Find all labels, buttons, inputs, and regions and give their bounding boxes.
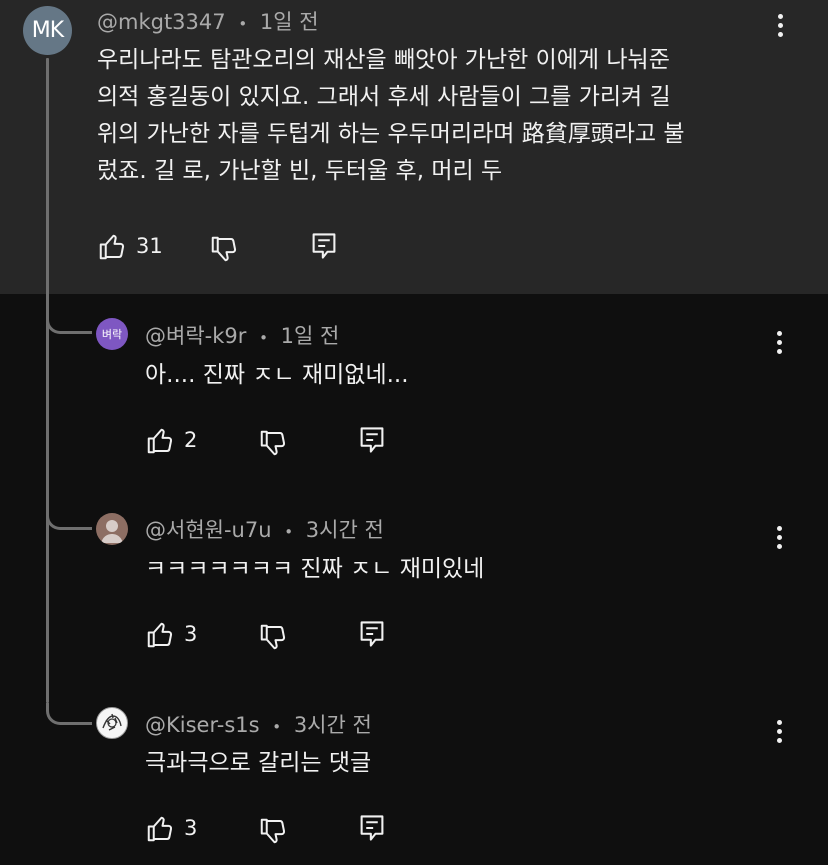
reply-comment-icon[interactable]	[358, 619, 386, 649]
sketch-avatar-icon	[102, 713, 122, 731]
thumbs-down-icon[interactable]	[258, 622, 288, 652]
more-vertical-icon[interactable]	[773, 526, 785, 549]
reply-author[interactable]: @Kiser-s1s	[145, 713, 260, 737]
reply-thread-line	[46, 58, 49, 703]
reply-time[interactable]: 3시간 전	[294, 713, 372, 737]
reply-connector	[46, 703, 92, 725]
like-count: 31	[136, 234, 163, 258]
reply-time[interactable]: 1일 전	[281, 324, 340, 348]
thumbs-up-icon[interactable]	[145, 814, 175, 844]
reply-author[interactable]: @서현원-u7u	[145, 518, 272, 542]
comment-text: 우리나라도 탐관오리의 재산을 빼앗아 가난한 이에게 나눠준 의적 홍길동이 …	[97, 42, 685, 190]
meta-separator: •	[259, 329, 268, 347]
comment-line: 의적 홍길동이 있지요. 그래서 후세 사람들이 그를 가리켜 길	[97, 84, 671, 110]
more-vertical-icon[interactable]	[773, 331, 785, 354]
avatar[interactable]: MK	[23, 6, 72, 55]
more-vertical-icon[interactable]	[773, 720, 785, 743]
avatar-text: 벼락	[101, 328, 123, 341]
like-count: 2	[184, 428, 198, 452]
reply-meta: @Kiser-s1s • 3시간 전	[145, 709, 372, 739]
meta-separator: •	[238, 15, 248, 33]
avatar[interactable]	[96, 707, 128, 739]
thumbs-up-icon[interactable]	[145, 426, 175, 456]
person-silhouette-icon	[101, 520, 123, 543]
reply-comment-icon[interactable]	[310, 231, 338, 261]
like-count: 3	[184, 622, 198, 646]
reply-comment-icon[interactable]	[358, 425, 386, 455]
reply-text: ㅋㅋㅋㅋㅋㅋㅋ 진짜 ㅈㄴ 재미있네	[145, 556, 485, 582]
thumbs-down-icon[interactable]	[258, 816, 288, 846]
comment-meta: @mkgt3347 • 1일 전	[97, 6, 319, 36]
reply-meta: @서현원-u7u • 3시간 전	[145, 514, 384, 544]
like-count: 3	[184, 816, 198, 840]
meta-separator: •	[272, 718, 282, 736]
highlighted-comment: MK @mkgt3347 • 1일 전 우리나라도 탐관오리의 재산을 빼앗아 …	[0, 0, 828, 294]
thumbs-down-icon[interactable]	[258, 428, 288, 458]
reply-meta: @벼락-k9r • 1일 전	[145, 320, 339, 350]
thumbs-up-icon[interactable]	[97, 232, 127, 262]
reply-connector	[46, 508, 92, 530]
comment-time[interactable]: 1일 전	[260, 10, 319, 34]
comment-line: 우리나라도 탐관오리의 재산을 빼앗아 가난한 이에게 나눠준	[97, 47, 670, 73]
reply-comment-icon[interactable]	[358, 813, 386, 843]
reply-connector	[46, 312, 92, 334]
reply-author[interactable]: @벼락-k9r	[145, 324, 246, 348]
avatar[interactable]	[96, 513, 128, 545]
reply-time[interactable]: 3시간 전	[306, 518, 384, 542]
comment-line: 위의 가난한 자를 두텁게 하는 우두머리라며 路貧厚頭라고 불	[97, 121, 685, 147]
avatar-initials: MK	[31, 18, 64, 43]
avatar[interactable]: 벼락	[96, 318, 128, 350]
more-vertical-icon[interactable]	[774, 14, 786, 37]
comment-author[interactable]: @mkgt3347	[97, 10, 226, 34]
meta-separator: •	[284, 523, 294, 541]
thumbs-down-icon[interactable]	[209, 234, 239, 264]
reply-text: 극과극으로 갈리는 댓글	[145, 750, 372, 776]
reply-text: 아.... 진짜 ㅈㄴ 재미없네...	[145, 362, 409, 388]
comment-line: 렀죠. 길 로, 가난할 빈, 두터울 후, 머리 두	[97, 158, 503, 184]
thumbs-up-icon[interactable]	[145, 620, 175, 650]
